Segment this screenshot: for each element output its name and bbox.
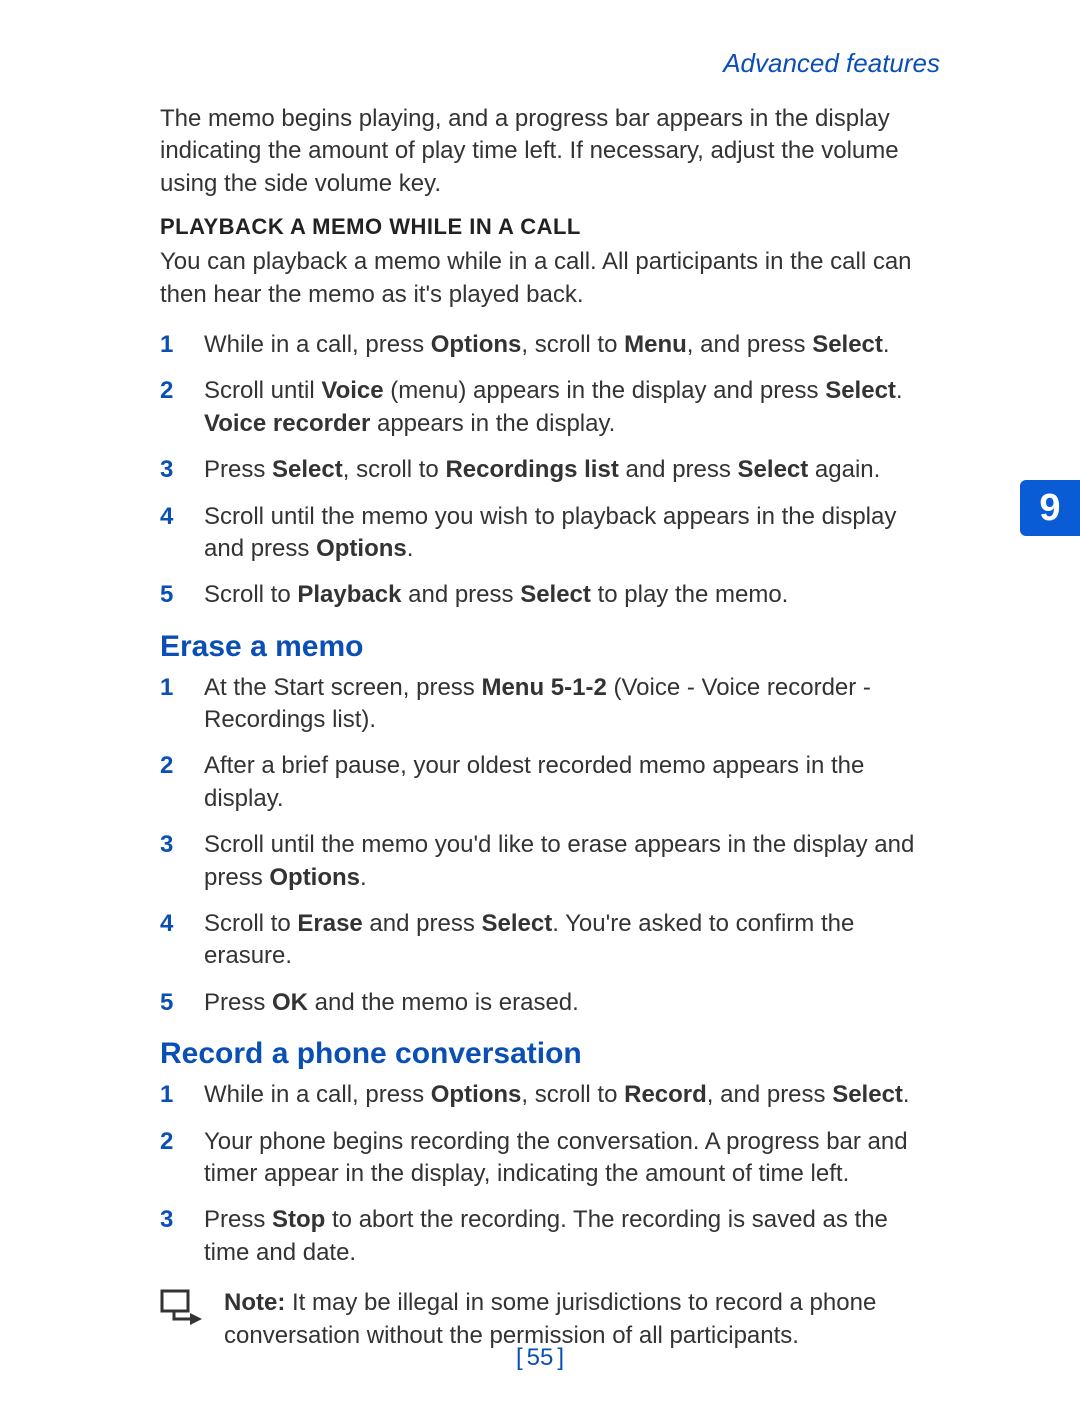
note-arrow-icon	[160, 1289, 204, 1330]
step-number: 2	[160, 750, 194, 782]
step-number: 2	[160, 375, 194, 407]
step-number: 2	[160, 1126, 194, 1158]
note-body: It may be illegal in some jurisdictions …	[224, 1289, 876, 1348]
playback-intro: You can playback a memo while in a call.…	[160, 246, 920, 311]
step-number: 3	[160, 454, 194, 486]
note-block: Note: It may be illegal in some jurisdic…	[160, 1287, 920, 1352]
step-text: Scroll until the memo you wish to playba…	[204, 503, 896, 562]
note-text: Note: It may be illegal in some jurisdic…	[224, 1287, 920, 1352]
step-number: 4	[160, 501, 194, 533]
step-text: While in a call, press Options, scroll t…	[204, 1081, 910, 1108]
list-item: 3 Press Select, scroll to Recordings list…	[160, 454, 920, 486]
playback-steps-list: 1 While in a call, press Options, scroll …	[160, 329, 920, 612]
chapter-tab: 9	[1020, 480, 1080, 536]
step-text: Scroll to Playback and press Select to p…	[204, 581, 788, 608]
step-number: 1	[160, 1079, 194, 1111]
step-text: At the Start screen, press Menu 5-1-2 (V…	[204, 674, 871, 733]
step-text: Scroll until Voice (menu) appears in the…	[204, 377, 903, 436]
step-number: 3	[160, 1204, 194, 1236]
note-label: Note:	[224, 1289, 285, 1316]
step-number: 4	[160, 908, 194, 940]
record-heading: Record a phone conversation	[160, 1037, 920, 1071]
list-item: 2 Your phone begins recording the convers…	[160, 1126, 920, 1191]
playback-heading: PLAYBACK A MEMO WHILE IN A CALL	[160, 214, 920, 240]
list-item: 1 While in a call, press Options, scroll …	[160, 329, 920, 361]
erase-steps-list: 1 At the Start screen, press Menu 5-1-2 (…	[160, 672, 920, 1020]
step-text: Scroll to Erase and press Select. You're…	[204, 910, 854, 969]
list-item: 3 Scroll until the memo you'd like to era…	[160, 829, 920, 894]
step-text: Press Select, scroll to Recordings list …	[204, 456, 880, 483]
list-item: 1 At the Start screen, press Menu 5-1-2 (…	[160, 672, 920, 737]
manual-page: Advanced features The memo begins playin…	[0, 0, 1080, 1412]
intro-paragraph: The memo begins playing, and a progress …	[160, 103, 920, 200]
list-item: 2 Scroll until Voice (menu) appears in th…	[160, 375, 920, 440]
step-number: 1	[160, 672, 194, 704]
page-number-value: 55	[527, 1344, 554, 1371]
record-steps-list: 1 While in a call, press Options, scroll …	[160, 1079, 920, 1269]
step-text: After a brief pause, your oldest recorde…	[204, 752, 864, 811]
page-number: [55]	[0, 1344, 1080, 1372]
erase-heading: Erase a memo	[160, 630, 920, 664]
step-number: 5	[160, 987, 194, 1019]
list-item: 1 While in a call, press Options, scroll …	[160, 1079, 920, 1111]
step-text: Scroll until the memo you'd like to eras…	[204, 831, 914, 890]
step-number: 3	[160, 829, 194, 861]
step-text: Your phone begins recording the conversa…	[204, 1128, 908, 1187]
step-text: While in a call, press Options, scroll t…	[204, 331, 890, 358]
list-item: 3 Press Stop to abort the recording. The …	[160, 1204, 920, 1269]
list-item: 5 Press OK and the memo is erased.	[160, 987, 920, 1019]
list-item: 2 After a brief pause, your oldest record…	[160, 750, 920, 815]
step-text: Press OK and the memo is erased.	[204, 989, 579, 1016]
step-number: 5	[160, 579, 194, 611]
section-header: Advanced features	[160, 48, 940, 79]
list-item: 4 Scroll to Erase and press Select. You'r…	[160, 908, 920, 973]
list-item: 5 Scroll to Playback and press Select to …	[160, 579, 920, 611]
step-number: 1	[160, 329, 194, 361]
step-text: Press Stop to abort the recording. The r…	[204, 1206, 888, 1265]
list-item: 4 Scroll until the memo you wish to playb…	[160, 501, 920, 566]
